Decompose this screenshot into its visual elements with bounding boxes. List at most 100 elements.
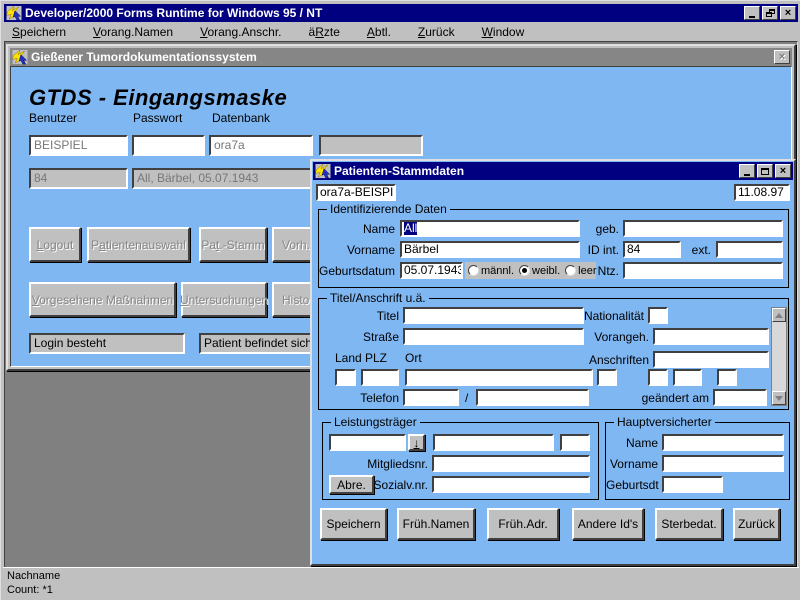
geb-label: geb.	[581, 222, 619, 236]
menu-vorang-namen[interactable]: Vorang.Namen	[85, 23, 181, 41]
menu-aerzte[interactable]: äRzte	[301, 23, 348, 41]
menu-bar: Speichern Vorang.Namen Vorang.Anschr. äR…	[4, 22, 798, 41]
leistungstraeger-input[interactable]	[329, 434, 406, 451]
ort-label: Ort	[405, 351, 422, 365]
forms-runtime-icon	[6, 6, 22, 21]
ntz-input[interactable]	[623, 262, 783, 279]
telefon-nummer-input[interactable]	[476, 389, 589, 406]
hv-geburtsdt-input[interactable]	[662, 476, 723, 493]
anschrift-nr1-input[interactable]	[648, 369, 668, 386]
radio-maennl-label: männl.	[481, 265, 514, 277]
land-input[interactable]	[335, 369, 356, 386]
plz-label: PLZ	[365, 351, 387, 365]
andere-ids-button[interactable]: Andere Id's	[572, 508, 644, 540]
mitgliedsnr-input[interactable]	[432, 455, 590, 472]
mitgliedsnr-label: Mitgliedsnr.	[323, 457, 428, 471]
forms-runtime-icon	[315, 164, 331, 179]
passwort-input[interactable]	[132, 135, 205, 156]
minimize-button[interactable]	[744, 6, 760, 20]
strasse-label: Straße	[319, 330, 399, 344]
geaendert-am-input[interactable]	[713, 389, 767, 406]
name-label: Name	[319, 222, 395, 236]
hv-vorname-label: Vorname	[606, 457, 658, 471]
geaendert-am-label: geändert am	[619, 391, 709, 405]
menu-window[interactable]: Window	[474, 23, 533, 41]
sozialvnr-input[interactable]	[432, 476, 590, 493]
session-field[interactable]: ora7a-BEISPIE	[316, 184, 396, 201]
datenbank-input[interactable]: ora7a	[209, 135, 313, 156]
scroll-down-icon[interactable]	[772, 391, 786, 405]
dialog-title: Patienten-Stammdaten	[334, 164, 736, 178]
name-input[interactable]: All	[400, 220, 580, 237]
vorgesehene-massnahmen-button[interactable]: Vorgesehene Maßnahmen	[29, 282, 176, 317]
menu-vorang-anschr[interactable]: Vorang.Anschr.	[192, 23, 289, 41]
logout-button[interactable]: Logout	[29, 227, 81, 262]
close-button[interactable]: ×	[775, 164, 791, 178]
anschrift-scrollbar[interactable]	[771, 307, 787, 406]
frueh-namen-button[interactable]: Früh.Namen	[397, 508, 475, 540]
hv-vorname-input[interactable]	[662, 455, 784, 472]
gtds-titlebar: Gießener Tumordokumentationssystem ×	[10, 48, 792, 66]
close-icon[interactable]: ×	[774, 50, 790, 64]
titel-anschrift-group: Titel/Anschrift u.ä. Titel Nationalität …	[318, 298, 789, 410]
vorangeh-input[interactable]	[653, 328, 769, 345]
group-legend: Identifizierende Daten	[327, 202, 450, 216]
hv-name-input[interactable]	[662, 434, 784, 451]
nationalitaet-input[interactable]	[648, 307, 668, 324]
lov-dropdown-button[interactable]: ↓	[408, 434, 425, 451]
zurueck-button[interactable]: Zurück	[733, 508, 780, 540]
geb-input[interactable]	[623, 220, 783, 237]
pat-stamm-button[interactable]: Pat.-Stamm	[199, 227, 267, 262]
patient-id-field: 84	[29, 168, 128, 189]
page-title: GTDS - Eingangsmaske	[29, 85, 287, 111]
menu-zurueck[interactable]: Zurück	[410, 23, 463, 41]
ntz-label: Ntz.	[581, 264, 619, 278]
plz-input[interactable]	[361, 369, 399, 386]
restore-button[interactable]	[762, 6, 778, 20]
sterbedat-button[interactable]: Sterbedat.	[655, 508, 723, 540]
nationalitaet-label: Nationalität	[567, 309, 644, 323]
untersuchungen-button[interactable]: Untersuchungen	[181, 282, 267, 317]
patientenauswahl-button[interactable]: Patientenauswahl	[87, 227, 190, 262]
speichern-button[interactable]: Speichern	[320, 508, 387, 540]
id-int-label: ID int.	[574, 243, 619, 257]
group-legend: Hauptversicherter	[614, 415, 715, 429]
gtds-window-title: Gießener Tumordokumentationssystem	[31, 50, 771, 64]
vorangeh-label: Vorangeh.	[574, 330, 649, 344]
minimize-button[interactable]	[739, 164, 755, 178]
status-count: Count: *1	[7, 583, 795, 597]
radio-weibl[interactable]	[519, 265, 530, 276]
vorname-input[interactable]: Bärbel	[400, 241, 580, 258]
group-legend: Titel/Anschrift u.ä.	[327, 291, 429, 305]
ort-input[interactable]	[405, 369, 593, 386]
extra-login-field	[319, 135, 423, 156]
kasse-kurz-input[interactable]	[560, 434, 590, 451]
frueh-adr-button[interactable]: Früh.Adr.	[487, 508, 559, 540]
radio-leer[interactable]	[565, 265, 576, 276]
menu-abtl[interactable]: Abtl.	[359, 23, 399, 41]
telefon-vorwahl-input[interactable]	[403, 389, 459, 406]
radio-maennl[interactable]	[468, 265, 479, 276]
close-button[interactable]: ×	[780, 6, 796, 20]
kasse-name-input[interactable]	[433, 434, 554, 451]
date-field[interactable]: 11.08.97	[734, 184, 790, 201]
anschrift-nr2-input[interactable]	[673, 369, 702, 386]
scroll-up-icon[interactable]	[772, 308, 786, 322]
maximize-button[interactable]	[757, 164, 773, 178]
geburtsdatum-input[interactable]: 05.07.1943	[400, 262, 463, 279]
mdi-background: Gießener Tumordokumentationssystem × GTD…	[4, 41, 798, 568]
telefon-label: Telefon	[319, 391, 399, 405]
anschriften-input[interactable]	[653, 351, 769, 368]
menu-speichern[interactable]: Speichern	[4, 23, 74, 41]
id-int-input[interactable]: 84	[623, 241, 681, 258]
ext-input[interactable]	[716, 241, 783, 258]
patienten-stammdaten-dialog: Patienten-Stammdaten × ora7a-BEISPIE 11.…	[310, 159, 796, 566]
ort-extra-input[interactable]	[597, 369, 617, 386]
gtds-window: Gießener Tumordokumentationssystem × GTD…	[6, 44, 796, 371]
titel-input[interactable]	[403, 307, 584, 324]
strasse-input[interactable]	[403, 328, 584, 345]
anschrift-nr3-input[interactable]	[717, 369, 737, 386]
hv-name-label: Name	[606, 436, 658, 450]
benutzer-input[interactable]: BEISPIEL	[29, 135, 128, 156]
main-window-title: Developer/2000 Forms Runtime for Windows…	[25, 6, 741, 20]
